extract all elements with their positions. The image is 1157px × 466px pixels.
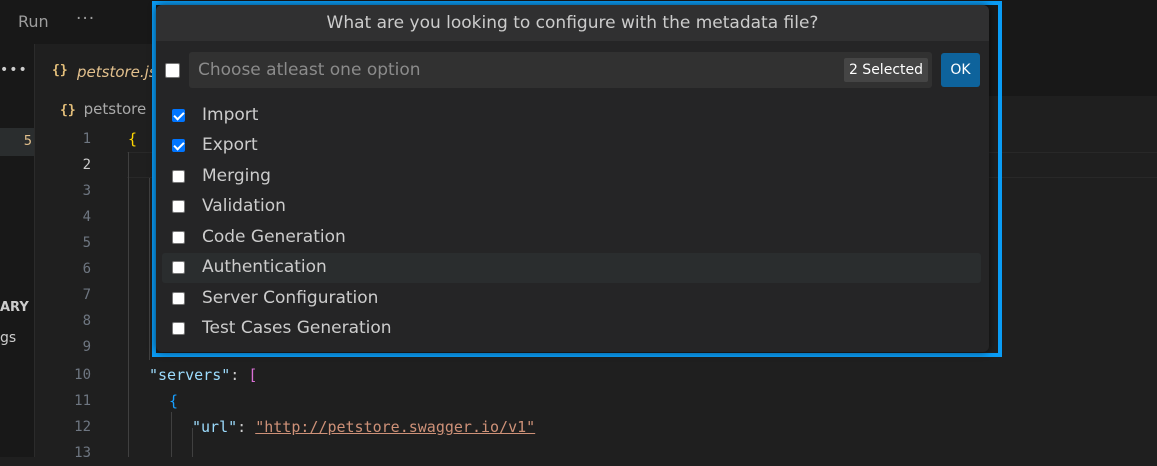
option-server-configuration[interactable]: Server Configuration [162,284,981,314]
more-actions-icon[interactable]: ••• [0,62,28,78]
json-key: "url" [192,418,238,436]
option-authentication[interactable]: Authentication [162,253,981,283]
line-number: 5 [82,235,91,251]
code-line: 11 { [35,388,1157,414]
line-number: 11 [74,393,91,409]
json-colon: : [237,418,256,436]
option-label: Validation [202,196,286,216]
code-line: 13 [35,440,1157,466]
option-code-generation[interactable]: Code Generation [162,223,981,253]
option-label: Import [202,105,259,125]
option-merging[interactable]: Merging [162,162,981,192]
tab-petstore[interactable]: {} petstore.js [35,44,165,96]
code-text: { [169,392,179,410]
quick-pick-dialog: What are you looking to configure with t… [156,5,989,352]
url-link[interactable]: "http://petstore.swagger.io/v1" [255,418,535,436]
option-label: Export [202,135,258,155]
breadcrumb[interactable]: {} petstore [60,100,146,118]
option-label: Authentication [202,257,327,277]
tab-label: petstore.js [77,63,157,81]
code-text: { [128,130,138,148]
option-export[interactable]: Export [162,131,981,161]
breadcrumb-label: petstore [83,100,147,118]
option-import[interactable]: Import [162,101,981,131]
code-line: 12 "url": "http://petstore.swagger.io/v1… [35,414,1157,440]
side-panel: ••• 5 ARY gs [0,44,35,457]
json-colon: : [230,366,249,384]
json-file-icon: {} [60,103,76,118]
option-label: Server Configuration [202,288,379,308]
option-test-cases-generation[interactable]: Test Cases Generation [162,314,981,344]
quick-pick-input[interactable] [189,52,838,88]
json-key: "servers" [149,366,231,384]
option-checkbox[interactable] [172,139,185,152]
line-number: 3 [82,183,91,199]
option-checkbox[interactable] [172,261,185,274]
option-checkbox[interactable] [172,231,185,244]
option-label: Merging [202,166,271,186]
line-number: 12 [74,419,91,435]
line-number: 8 [82,313,91,329]
line-number: 6 [82,261,91,277]
code-text: "servers": [ [149,362,257,388]
option-checkbox[interactable] [172,322,185,335]
side-section-header[interactable]: ARY [0,300,29,315]
line-number: 13 [74,445,91,461]
line-number: 10 [74,367,91,383]
line-number: 1 [82,131,91,147]
selected-count-badge: 2 Selected [843,58,928,82]
line-number-active: 2 [82,157,91,173]
problems-count-badge: 5 [0,128,34,156]
option-checkbox[interactable] [172,292,185,305]
json-bracket: [ [248,366,258,384]
more-menu-icon[interactable]: ··· [76,9,95,29]
code-line: 10 "servers": [ [35,362,1157,388]
option-checkbox[interactable] [172,109,185,122]
json-file-icon: {} [52,63,68,78]
run-menu[interactable]: Run [18,12,49,31]
option-checkbox[interactable] [172,200,185,213]
code-text: "url": "http://petstore.swagger.io/v1" [192,414,535,440]
option-label: Test Cases Generation [202,318,392,338]
line-number: 4 [82,209,91,225]
quick-pick-title: What are you looking to configure with t… [156,5,989,41]
ok-button[interactable]: OK [941,53,980,87]
option-label: Code Generation [202,227,346,247]
side-section-item[interactable]: gs [0,330,16,346]
line-number: 9 [82,339,91,355]
line-number: 7 [82,287,91,303]
select-all-checkbox[interactable] [165,63,180,78]
quick-pick-input-box[interactable]: 2 Selected [189,52,932,88]
option-checkbox[interactable] [172,170,185,183]
option-validation[interactable]: Validation [162,192,981,222]
